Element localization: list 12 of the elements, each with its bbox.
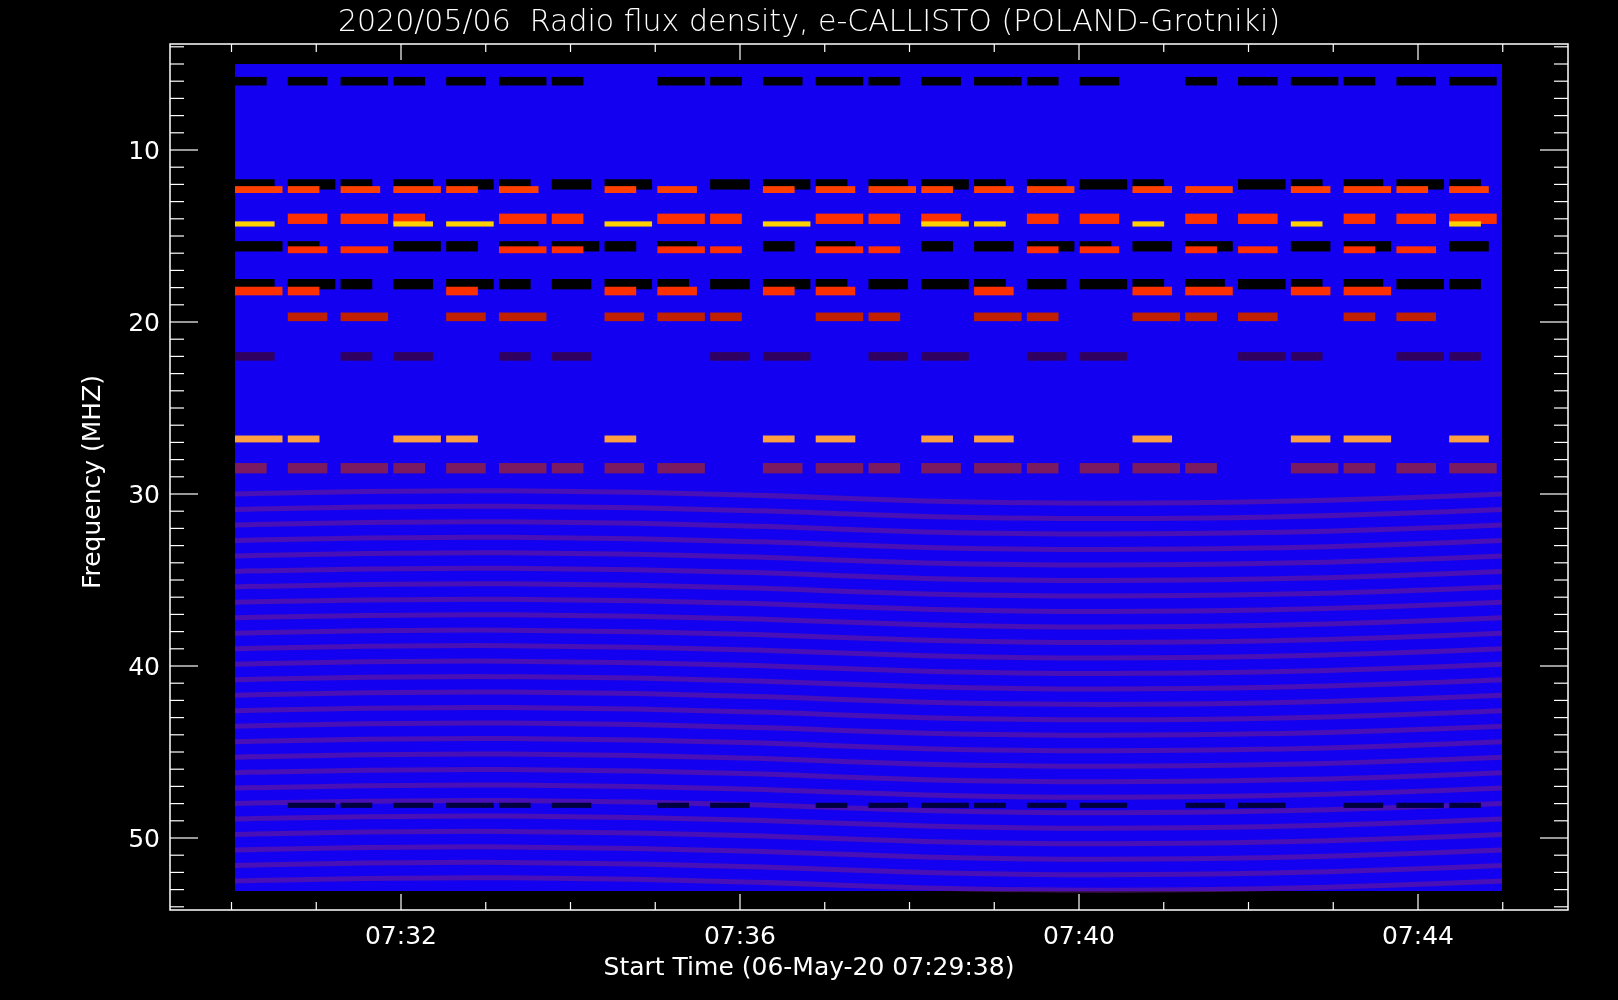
y-axis-label: Frequency (MHZ) — [77, 374, 106, 590]
y-tick-label: 30 — [128, 480, 160, 509]
y-tick-label: 50 — [128, 824, 160, 853]
y-tick-label: 10 — [128, 136, 160, 165]
y-tick-label: 40 — [128, 652, 160, 681]
y-tick-label: 20 — [128, 308, 160, 337]
x-axis-label: Start Time (06-May-20 07:29:38) — [603, 952, 1015, 981]
chart-title: 2020/05/06 Radio flux density, e-CALLISTO (POLAND-Grotniki) — [337, 3, 1281, 38]
x-tick-label: 07:32 — [365, 921, 437, 950]
x-tick-label: 07:36 — [704, 921, 776, 950]
x-tick-label: 07:40 — [1043, 921, 1115, 950]
x-tick-label: 07:44 — [1382, 921, 1454, 950]
